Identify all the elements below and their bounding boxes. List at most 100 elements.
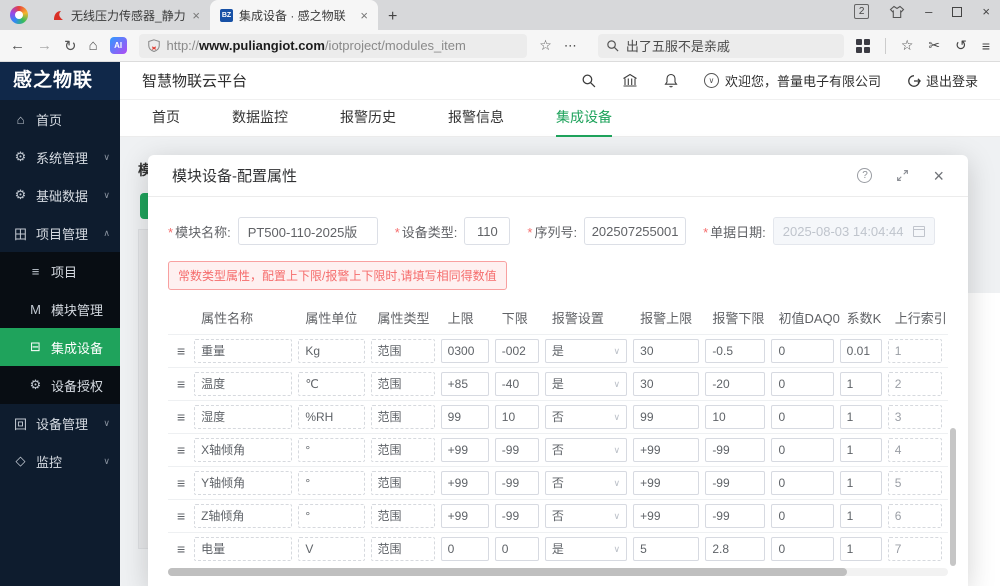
cell-prop-type-input[interactable]: 范围 [370,404,435,429]
cell-alarm-lower-input[interactable]: -20 [705,371,766,396]
back-icon[interactable]: ← [10,37,25,54]
cell-uplink-index-input[interactable]: 7 [887,536,942,561]
reload-icon[interactable]: ↻ [64,37,77,55]
tab-integrated-devices[interactable]: 集成设备 [556,100,612,137]
cell-prop-unit-input[interactable]: ℃ [298,371,365,396]
site-security-shield-icon[interactable] [147,38,161,53]
cell-alarm-lower-input[interactable]: -99 [705,503,766,528]
cell-coef-k-input[interactable]: 0.01 [839,338,882,363]
cell-prop-type-input[interactable]: 范围 [370,503,435,528]
cell-uplink-index-input[interactable]: 3 [887,404,942,429]
cell-alarm-lower-input[interactable]: 10 [705,404,766,429]
tab-alarm-info[interactable]: 报警信息 [448,100,504,137]
cell-init-daq0-input[interactable]: 0 [771,470,834,495]
cell-alarm-setting-select[interactable]: 否 ∨ [544,470,628,495]
cell-upper-limit-input[interactable]: +99 [440,437,489,462]
cell-prop-type-input[interactable]: 范围 [370,338,435,363]
drag-handle-icon[interactable]: ≡ [177,475,185,491]
cell-alarm-upper-input[interactable]: 30 [633,338,700,363]
cell-prop-unit-input[interactable]: V [298,536,365,561]
module-name-input[interactable]: PT500-110-2025版 [237,217,378,245]
vertical-scrollbar-thumb[interactable] [950,428,956,566]
device-type-input[interactable]: 110 [464,217,511,245]
minimize-icon[interactable]: – [925,5,932,18]
cell-lower-limit-input[interactable]: 10 [494,404,539,429]
cell-prop-name-input[interactable]: Y轴倾角 [194,470,293,495]
cell-prop-name-input[interactable]: Z轴倾角 [194,503,293,528]
cell-alarm-upper-input[interactable]: 99 [633,404,700,429]
new-tab-button[interactable]: + [388,8,397,26]
sidebar-item-system-mgmt[interactable]: ⚙ 系统管理 ∨ [0,138,120,176]
cell-alarm-lower-input[interactable]: -0.5 [705,338,766,363]
help-icon[interactable]: ? [857,168,873,183]
cell-prop-type-input[interactable]: 范围 [370,536,435,561]
multi-login-badge[interactable]: 2 [854,4,870,19]
browser-tab-integrated-devices[interactable]: BZ 集成设备 · 感之物联 × [210,0,378,30]
cell-lower-limit-input[interactable]: -002 [494,338,539,363]
serial-number-input[interactable]: 202507255001 [584,217,687,245]
cell-upper-limit-input[interactable]: +99 [440,503,489,528]
cell-prop-unit-input[interactable]: ° [298,503,365,528]
cell-alarm-setting-select[interactable]: 是 ∨ [544,536,628,561]
drag-handle-icon[interactable]: ≡ [177,376,185,392]
cell-uplink-index-input[interactable]: 4 [887,437,942,462]
cell-prop-name-input[interactable]: 湿度 [194,404,293,429]
sidebar-item-device-auth[interactable]: ⚙ 设备授权 [0,366,120,404]
sidebar-item-module-mgmt[interactable]: M 模块管理 [0,290,120,328]
cell-init-daq0-input[interactable]: 0 [771,503,834,528]
notification-bell-icon[interactable] [664,73,678,88]
screenshot-scissors-icon[interactable]: ✂ [928,37,940,54]
browser-logo-icon[interactable] [10,6,28,24]
theme-shirt-icon[interactable] [889,5,905,19]
sidebar-item-device-mgmt[interactable]: 回 设备管理 ∨ [0,404,120,442]
close-window-icon[interactable]: × [982,5,990,18]
tab-close-icon[interactable]: × [360,9,368,22]
cell-uplink-index-input[interactable]: 5 [887,470,942,495]
cell-alarm-setting-select[interactable]: 是 ∨ [544,371,628,396]
cell-alarm-upper-input[interactable]: 30 [633,371,700,396]
header-search-icon[interactable] [581,73,596,88]
drag-handle-icon[interactable]: ≡ [177,508,185,524]
sidebar-item-monitoring[interactable]: ◇ 监控 ∨ [0,442,120,480]
document-date-input[interactable]: 2025-08-03 14:04:44 [772,217,935,245]
cell-lower-limit-input[interactable]: -99 [494,437,539,462]
cell-alarm-upper-input[interactable]: 5 [633,536,700,561]
cell-alarm-upper-input[interactable]: +99 [633,470,700,495]
cell-init-daq0-input[interactable]: 0 [771,536,834,561]
cell-prop-unit-input[interactable]: Kg [298,338,365,363]
cell-coef-k-input[interactable]: 1 [839,371,882,396]
cell-prop-type-input[interactable]: 范围 [370,470,435,495]
cell-prop-unit-input[interactable]: %RH [298,404,365,429]
cell-coef-k-input[interactable]: 1 [839,404,882,429]
browser-search-box[interactable]: 出了五服不是亲戚 [597,33,844,58]
cell-coef-k-input[interactable]: 1 [839,536,882,561]
sidebar-item-integrated-devices[interactable]: ⊟ 集成设备 [0,328,120,366]
cell-prop-name-input[interactable]: 重量 [194,338,293,363]
cell-init-daq0-input[interactable]: 0 [771,404,834,429]
tab-data-monitor[interactable]: 数据监控 [232,100,288,137]
cell-lower-limit-input[interactable]: 0 [494,536,539,561]
cell-upper-limit-input[interactable]: 99 [440,404,489,429]
cell-lower-limit-input[interactable]: -99 [494,470,539,495]
cell-uplink-index-input[interactable]: 1 [887,338,942,363]
cell-prop-name-input[interactable]: X轴倾角 [194,437,293,462]
logout-button[interactable]: 退出登录 [907,71,978,90]
cell-prop-name-input[interactable]: 电量 [194,536,293,561]
ai-assistant-icon[interactable]: AI [109,37,127,54]
horizontal-scrollbar[interactable] [168,568,948,576]
cell-upper-limit-input[interactable]: +85 [440,371,489,396]
tab-home[interactable]: 首页 [152,100,180,137]
cell-coef-k-input[interactable]: 1 [839,470,882,495]
browser-tab-sensor[interactable]: 无线压力传感器_静力水准仪_ × [42,0,210,30]
home-icon[interactable]: ⌂ [89,37,98,54]
undo-icon[interactable]: ↺ [955,37,967,54]
forward-icon[interactable]: → [37,37,52,54]
maximize-icon[interactable] [952,6,963,17]
horizontal-scrollbar-thumb[interactable] [168,568,847,576]
cell-lower-limit-input[interactable]: -99 [494,503,539,528]
fullscreen-icon[interactable] [896,169,909,182]
cell-coef-k-input[interactable]: 1 [839,503,882,528]
cell-prop-unit-input[interactable]: ° [298,437,365,462]
organization-bank-icon[interactable] [622,73,638,88]
cell-lower-limit-input[interactable]: -40 [494,371,539,396]
